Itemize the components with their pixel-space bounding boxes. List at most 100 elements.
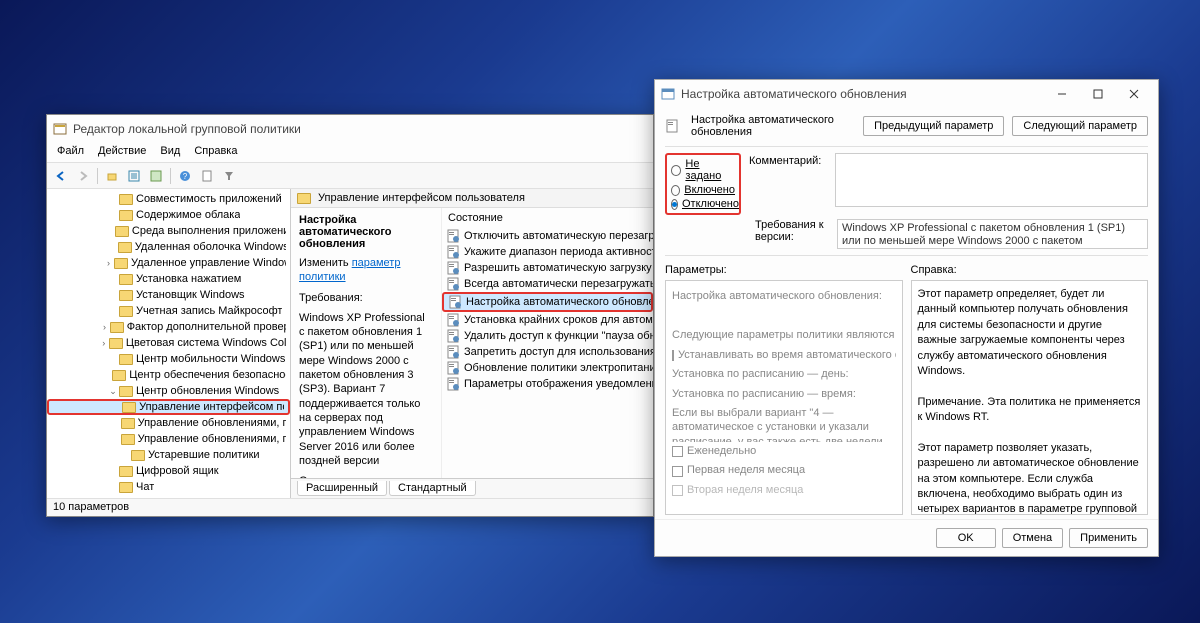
setting-item[interactable]: Параметры отображения уведомлени (442, 376, 653, 392)
back-button[interactable] (51, 166, 71, 186)
setting-item[interactable]: Обновление политики электропитания (442, 360, 653, 376)
check-weekly[interactable]: Еженедельно (672, 442, 896, 461)
detail-description: Настройка автоматического обновления Изм… (291, 208, 441, 478)
collapse-icon[interactable]: ⌄ (107, 386, 119, 397)
radio-not-configured[interactable]: Не задано (671, 157, 735, 183)
folder-icon (119, 194, 133, 205)
tree-item[interactable]: Среда выполнения приложения (47, 223, 290, 239)
help-header: Справка: (911, 262, 1149, 280)
tree-item[interactable]: Содержимое облака (47, 207, 290, 223)
tree-item-label: Центр обновления Windows (136, 385, 279, 397)
cancel-button[interactable]: Отмена (1002, 528, 1063, 548)
expand-icon[interactable]: › (103, 258, 114, 268)
up-button[interactable] (102, 166, 122, 186)
setting-item[interactable]: Удалить доступ к функции "пауза обно (442, 328, 653, 344)
tab-standard[interactable]: Стандартный (389, 481, 476, 496)
filter-toggle-button[interactable] (219, 166, 239, 186)
ok-button[interactable]: OK (936, 528, 996, 548)
menu-file[interactable]: Файл (51, 143, 90, 162)
tree-item-label: Учетная запись Майкрософт (136, 305, 282, 317)
tree-item[interactable]: ›Цветовая система Windows Color Sy (47, 335, 290, 351)
maximize-button[interactable] (1080, 82, 1116, 106)
tree-item[interactable]: ⌄ Центр обновления Windows (47, 383, 290, 399)
tree-item[interactable]: Устаревшие политики (47, 447, 290, 463)
tree-item[interactable]: ›Удаленное управление Windows (47, 255, 290, 271)
tree-item[interactable]: Управление обновлениями, пред (47, 431, 290, 447)
radio-enabled[interactable]: Включено (671, 183, 735, 197)
titlebar[interactable]: Редактор локальной групповой политики (47, 115, 653, 143)
menu-help[interactable]: Справка (188, 143, 243, 162)
schedule-time-label: Установка по расписанию — время: (672, 385, 896, 404)
requirements-row: Требования к версии: Windows XP Professi… (655, 219, 1158, 253)
help-text[interactable]: Этот параметр определяет, будет ли данны… (911, 280, 1149, 515)
menu-view[interactable]: Вид (154, 143, 186, 162)
forward-button[interactable] (73, 166, 93, 186)
tree-panel[interactable]: Совместимость приложенийСодержимое облак… (47, 189, 291, 498)
check-week1[interactable]: Первая неделя месяца (672, 461, 896, 480)
setting-item[interactable]: Установка крайних сроков для автома (442, 312, 653, 328)
expand-icon[interactable]: › (99, 322, 109, 332)
setting-item[interactable]: Всегда автоматически перезагружатьс (442, 276, 653, 292)
setting-item[interactable]: Укажите диапазон периода активности (442, 244, 653, 260)
policy-dialog: Настройка автоматического обновления Нас… (654, 79, 1159, 557)
tree-item[interactable]: Учетная запись Майкрософт (47, 303, 290, 319)
tree-item[interactable]: Совместимость приложений (47, 191, 290, 207)
folder-icon (119, 386, 133, 397)
policy-icon (446, 313, 460, 327)
setting-item[interactable]: Разрешить автоматическую загрузку о (442, 260, 653, 276)
filter-button[interactable] (146, 166, 166, 186)
policy-icon (446, 345, 460, 359)
folder-icon (118, 242, 132, 253)
next-setting-button[interactable]: Следующий параметр (1012, 116, 1148, 136)
settings-list[interactable]: Отключить автоматическую перезагруУкажит… (442, 228, 653, 392)
expand-icon[interactable]: › (99, 338, 109, 348)
tree-item[interactable]: Удаленная оболочка Windows (47, 239, 290, 255)
check-week2[interactable]: Вторая неделя месяца (672, 481, 896, 500)
tree-item-label: Центр обеспечения безопасности (129, 369, 286, 381)
tree-item[interactable]: Чат (47, 479, 290, 495)
radio-disabled[interactable]: Отключено (671, 197, 735, 211)
radio-icon (671, 199, 678, 210)
tree-item-label: Среда выполнения приложения (132, 225, 286, 237)
checkbox-label: Еженедельно (687, 444, 756, 459)
check-auto-maintenance[interactable]: Устанавливать во время автоматического о… (672, 346, 896, 365)
tab-extended[interactable]: Расширенный (297, 481, 387, 496)
state-column-header[interactable]: Состояние (442, 208, 653, 228)
properties-button[interactable] (197, 166, 217, 186)
tree-item[interactable]: Управление обновлениями, пред (47, 415, 290, 431)
checkbox-icon (672, 466, 683, 477)
prev-setting-button[interactable]: Предыдущий параметр (863, 116, 1004, 136)
folder-icon (119, 274, 133, 285)
statusbar: 10 параметров (47, 498, 653, 516)
radio-label: Включено (684, 184, 735, 196)
tree-item[interactable]: ›Фактор дополнительной проверки п (47, 319, 290, 335)
folder-icon (131, 450, 145, 461)
list-button[interactable] (124, 166, 144, 186)
folder-icon (114, 258, 128, 269)
tree-item[interactable]: Установщик Windows (47, 287, 290, 303)
comment-textarea[interactable] (835, 153, 1148, 207)
help-button[interactable]: ? (175, 166, 195, 186)
comment-label: Комментарий: (749, 153, 829, 207)
dialog-footer: OK Отмена Применить (655, 519, 1158, 556)
tree-item[interactable]: Цифровой ящик (47, 463, 290, 479)
settings-list-panel: Состояние Отключить автоматическую перез… (441, 208, 653, 478)
tree-item[interactable]: Центр обеспечения безопасности (47, 367, 290, 383)
parameters-panel[interactable]: Настройка автоматического обновления: Сл… (665, 280, 903, 515)
minimize-button[interactable] (1044, 82, 1080, 106)
folder-icon (119, 290, 133, 301)
menu-action[interactable]: Действие (92, 143, 152, 162)
checkbox-label: Первая неделя месяца (687, 463, 805, 478)
parameters-column: Параметры: Настройка автоматического обн… (665, 262, 903, 515)
dialog-titlebar[interactable]: Настройка автоматического обновления (655, 80, 1158, 108)
close-button[interactable] (1116, 82, 1152, 106)
tree-item-label: Центр мобильности Windows (136, 353, 285, 365)
apply-button[interactable]: Применить (1069, 528, 1148, 548)
setting-item[interactable]: Настройка автоматического обновле (442, 292, 653, 312)
setting-item[interactable]: Запретить доступ для использования в (442, 344, 653, 360)
detail-panel: Управление интерфейсом пользователя Наст… (291, 189, 653, 498)
tree-item[interactable]: Управление интерфейсом польз (47, 399, 290, 415)
tree-item[interactable]: Установка нажатием (47, 271, 290, 287)
setting-item[interactable]: Отключить автоматическую перезагру (442, 228, 653, 244)
tree-item[interactable]: Центр мобильности Windows (47, 351, 290, 367)
